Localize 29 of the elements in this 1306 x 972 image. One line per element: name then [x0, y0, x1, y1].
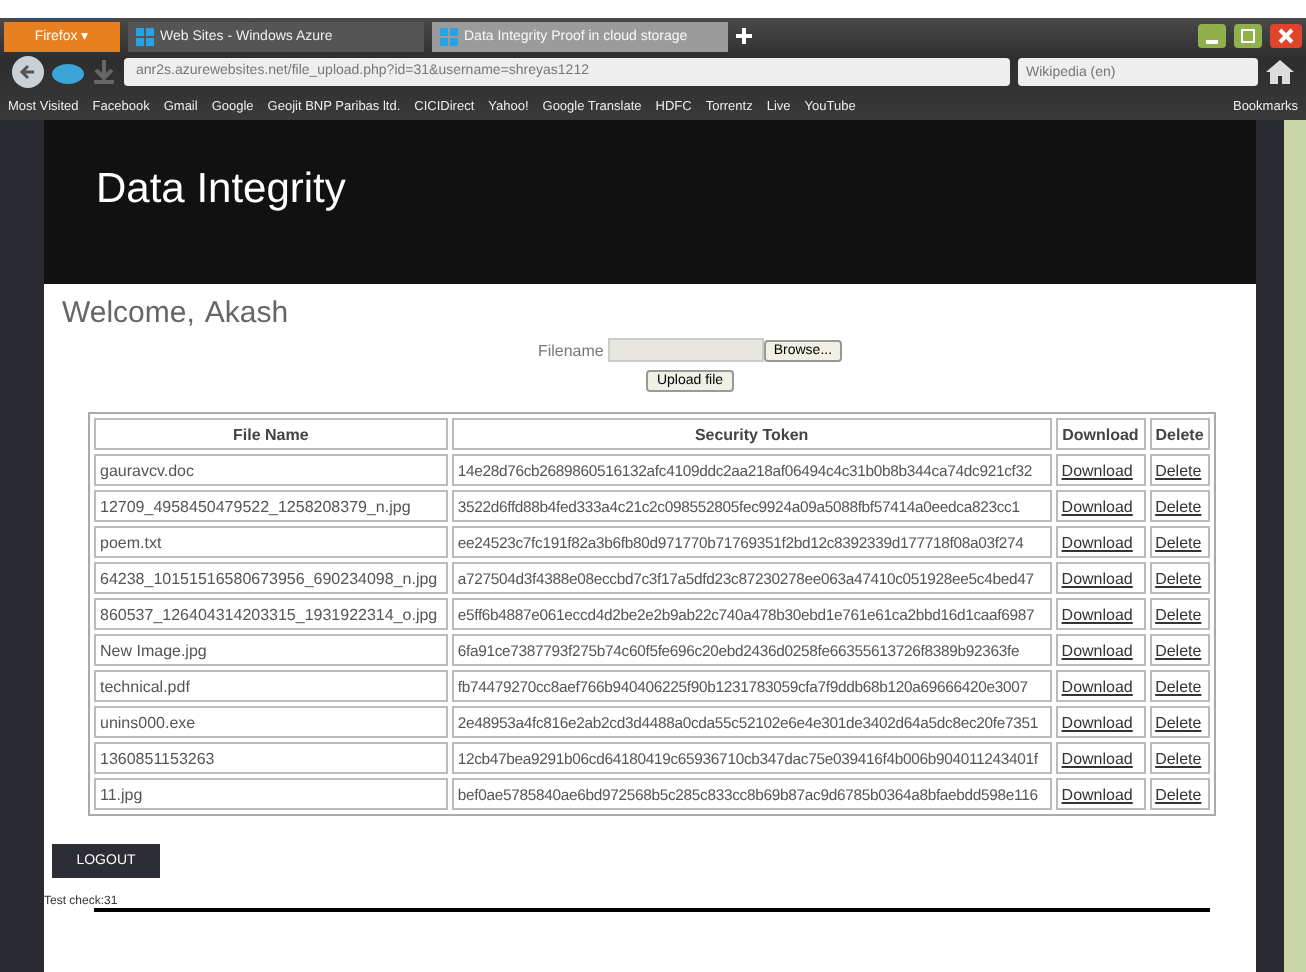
table-cell: New Image.jpg	[94, 634, 448, 666]
close-icon[interactable]	[1270, 24, 1302, 48]
table-cell: technical.pdf	[94, 670, 448, 702]
column-header: File Name	[94, 418, 448, 450]
minimize-icon[interactable]	[1198, 24, 1226, 48]
restore-icon[interactable]	[1234, 24, 1262, 48]
column-header: Delete	[1149, 418, 1210, 450]
table-cell: poem.txt	[94, 526, 448, 558]
table-cell: 11.jpg	[94, 778, 448, 810]
window-icon	[136, 27, 154, 45]
user-name: Akash	[204, 296, 289, 330]
scrollbar[interactable]	[1284, 120, 1306, 972]
table-cell: 860537_126404314203315_1931922314_o.jpg	[94, 598, 448, 630]
back-icon[interactable]	[12, 56, 44, 88]
filename-label: Filename	[537, 341, 604, 359]
column-header: Security Token	[451, 418, 1052, 450]
plus-icon[interactable]	[736, 28, 752, 44]
table-cell: gauravcv.doc	[94, 454, 448, 486]
table-cell: 64238_10151516580673956_690234098_n.jpg	[94, 562, 448, 594]
home-icon[interactable]	[1266, 60, 1294, 84]
welcome-text: Welcome,	[62, 296, 195, 330]
window-icon	[440, 27, 458, 45]
download-icon[interactable]	[92, 60, 116, 84]
file-field[interactable]	[607, 338, 764, 362]
table-cell: unins000.exe	[94, 706, 448, 738]
table-cell: 12709_4958450479522_1258208379_n.jpg	[94, 490, 448, 522]
table-cell: 1360851153263	[94, 742, 448, 774]
column-header: Download	[1055, 418, 1146, 450]
site-title: Data Integrity	[96, 166, 346, 214]
